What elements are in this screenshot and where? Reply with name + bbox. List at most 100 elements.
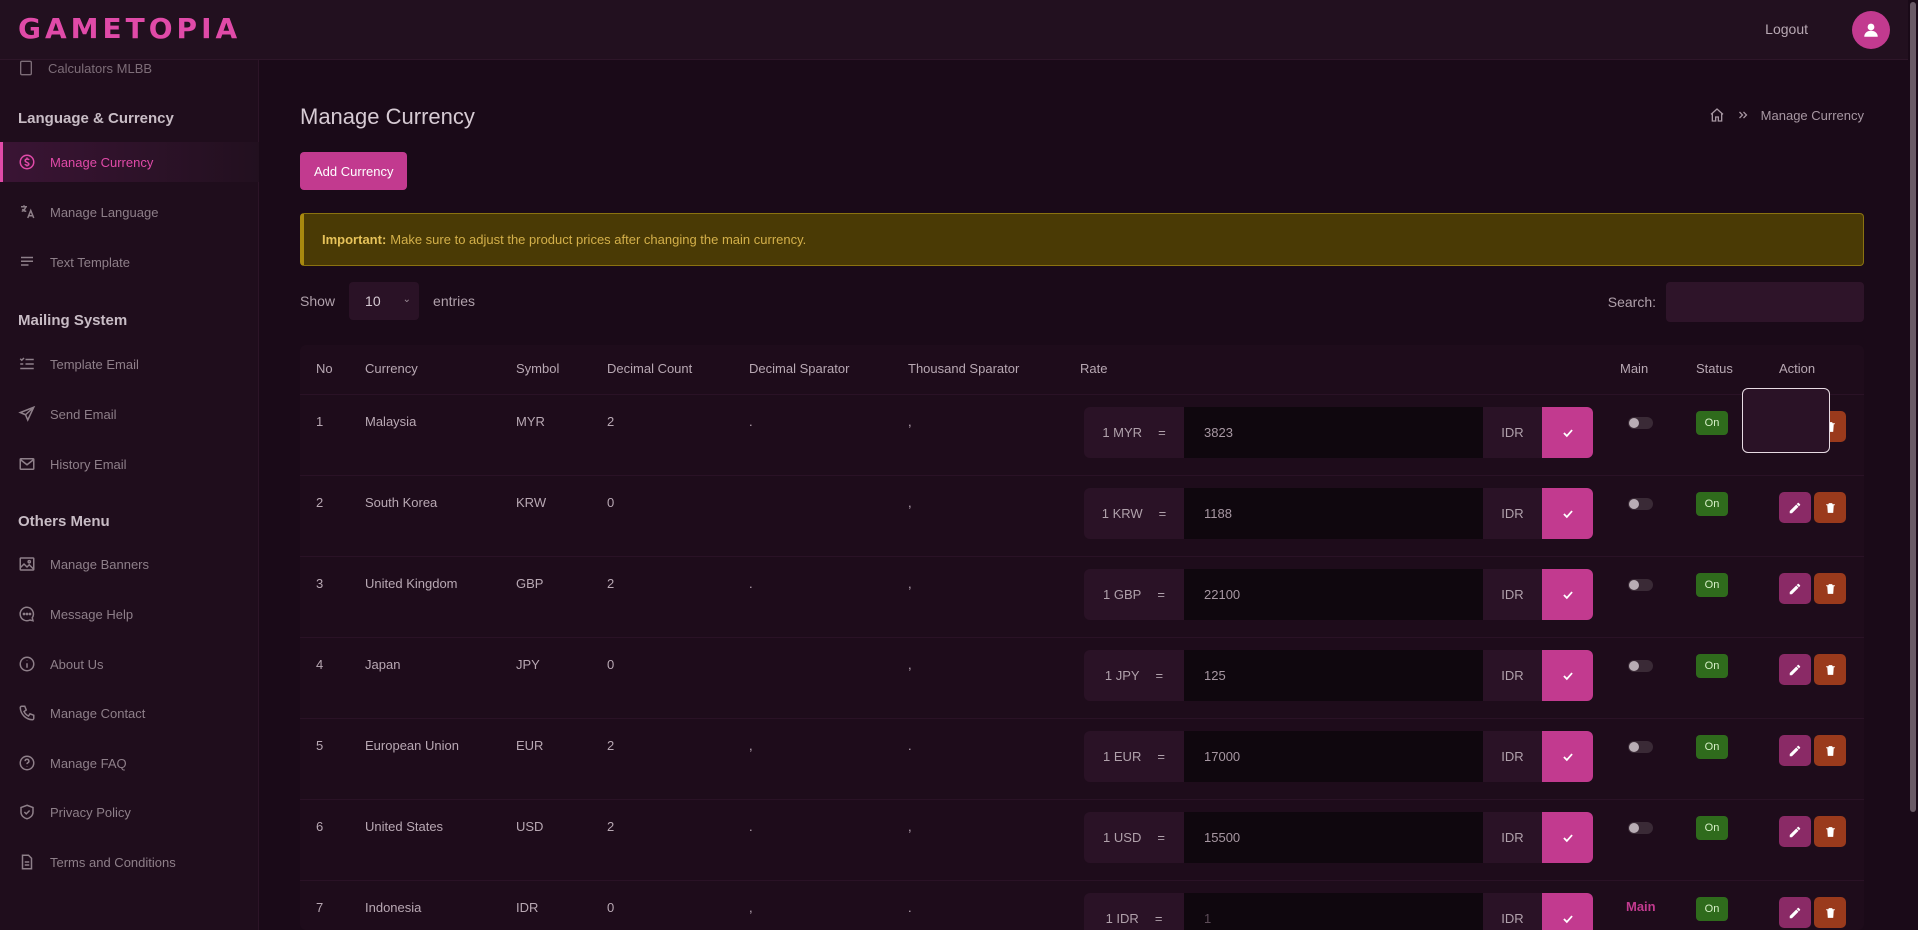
save-rate-button[interactable] <box>1542 731 1593 782</box>
sidebar: Calculators MLBB Language & Currency Man… <box>0 60 259 930</box>
sidebar-item-manage-currency[interactable]: Manage Currency <box>0 142 259 182</box>
column-header: Action <box>1779 361 1816 376</box>
save-rate-button[interactable] <box>1542 893 1593 930</box>
rate-prefix-label: 1 IDR <box>1105 911 1139 926</box>
sidebar-item-send-email[interactable]: Send Email <box>0 394 259 434</box>
add-currency-button[interactable]: Add Currency <box>300 152 408 190</box>
status-badge[interactable]: On <box>1696 492 1728 516</box>
text-icon <box>21 256 33 266</box>
cell-symbol: EUR <box>516 738 544 753</box>
sidebar-item-message-help[interactable]: Message Help <box>0 594 259 634</box>
status-badge[interactable]: On <box>1696 411 1728 435</box>
edit-button[interactable] <box>1779 897 1811 928</box>
rate-input[interactable]: 1 <box>1184 893 1483 930</box>
sidebar-section-title: Others Menu <box>18 513 110 530</box>
rate-input-group: 1 JPY = 125 IDR <box>1084 650 1593 701</box>
mail-icon <box>19 458 35 470</box>
rate-input[interactable]: 1188 <box>1184 488 1483 539</box>
delete-button[interactable] <box>1814 654 1846 685</box>
edit-button[interactable] <box>1779 816 1811 847</box>
sidebar-item-manage-language[interactable]: Manage Language <box>0 192 259 232</box>
status-badge[interactable]: On <box>1696 573 1728 597</box>
column-header: Thousand Sparator <box>908 361 1020 376</box>
search-input[interactable] <box>1666 282 1864 322</box>
sidebar-item-label: Manage FAQ <box>50 755 127 771</box>
rate-value: 15500 <box>1204 830 1241 845</box>
scrollbar-thumb[interactable] <box>1910 2 1916 812</box>
save-rate-button[interactable] <box>1542 569 1593 620</box>
main-toggle[interactable] <box>1628 498 1653 510</box>
cell-thousand-sep: . <box>908 738 912 753</box>
sidebar-item-label: Text Template <box>50 254 130 270</box>
delete-button[interactable] <box>1814 492 1846 523</box>
main-toggle[interactable] <box>1628 660 1653 672</box>
delete-button[interactable] <box>1814 735 1846 766</box>
table-search: Search: <box>1608 282 1864 322</box>
rate-input[interactable]: 125 <box>1184 650 1483 701</box>
column-header: Main <box>1620 361 1649 376</box>
rate-input[interactable]: 22100 <box>1184 569 1483 620</box>
status-badge[interactable]: On <box>1696 897 1728 921</box>
check-icon <box>1562 914 1573 923</box>
edit-button[interactable] <box>1779 573 1811 604</box>
rate-input[interactable]: 15500 <box>1184 812 1483 863</box>
save-rate-button[interactable] <box>1542 650 1593 701</box>
main-toggle[interactable] <box>1628 417 1653 429</box>
brand-logo[interactable]: GAMETOPIA <box>18 12 241 45</box>
edit-button[interactable] <box>1779 654 1811 685</box>
check-icon <box>1562 428 1573 437</box>
status-badge[interactable]: On <box>1696 654 1728 678</box>
rate-suffix: IDR <box>1483 650 1542 701</box>
sidebar-item-label: Send Email <box>50 406 117 422</box>
equals-sign: = <box>1154 911 1163 926</box>
delete-button[interactable] <box>1814 573 1846 604</box>
status-badge[interactable]: On <box>1696 816 1728 840</box>
avatar[interactable] <box>1852 11 1890 49</box>
status-badge[interactable]: On <box>1696 735 1728 759</box>
rate-input[interactable]: 17000 <box>1184 731 1483 782</box>
sidebar-item-label: Calculators MLBB <box>48 60 153 76</box>
sidebar-item-calculators[interactable]: Calculators MLBB <box>18 60 152 76</box>
delete-button[interactable] <box>1814 897 1846 928</box>
page-title: Manage Currency <box>300 104 475 129</box>
main-toggle[interactable] <box>1628 741 1653 753</box>
edit-button[interactable] <box>1779 735 1811 766</box>
sidebar-item-terms[interactable]: Terms and Conditions <box>0 842 259 882</box>
cell-symbol: KRW <box>516 495 547 510</box>
cell-thousand-sep: . <box>908 900 912 915</box>
entries-select-value: 10 <box>365 293 381 309</box>
logout-link[interactable]: Logout <box>1765 21 1808 37</box>
sidebar-item-history-email[interactable]: History Email <box>0 444 259 484</box>
main-toggle[interactable] <box>1628 822 1653 834</box>
sidebar-item-text-template[interactable]: Text Template <box>0 242 259 282</box>
delete-button[interactable] <box>1814 816 1846 847</box>
sidebar-item-label: Manage Banners <box>50 556 150 572</box>
rate-value: 1 <box>1204 911 1212 926</box>
column-header: Rate <box>1080 361 1108 376</box>
send-icon <box>18 405 36 422</box>
sidebar-item-manage-faq[interactable]: Manage FAQ <box>0 743 259 783</box>
sidebar-item-label: Terms and Conditions <box>50 854 176 870</box>
edit-button[interactable] <box>1779 492 1811 523</box>
cell-currency: United States <box>365 819 444 834</box>
save-rate-button[interactable] <box>1542 812 1593 863</box>
cell-thousand-sep: , <box>908 495 912 510</box>
sidebar-item-template-email[interactable]: Template Email <box>0 344 259 384</box>
sidebar-item-manage-contact[interactable]: Manage Contact <box>0 693 259 733</box>
save-rate-button[interactable] <box>1542 407 1593 458</box>
pencil-icon <box>1789 745 1801 756</box>
sidebar-item-about-us[interactable]: About Us <box>0 644 259 684</box>
rate-input[interactable]: 3823 <box>1184 407 1483 458</box>
cell-currency: Indonesia <box>365 900 422 915</box>
sidebar-item-privacy-policy[interactable]: Privacy Policy <box>0 792 259 832</box>
scrollbar[interactable] <box>1908 0 1918 930</box>
sidebar-item-label: About Us <box>50 656 104 672</box>
check-icon <box>1562 833 1573 842</box>
save-rate-button[interactable] <box>1542 488 1593 539</box>
main-toggle[interactable] <box>1628 579 1653 591</box>
sidebar-item-manage-banners[interactable]: Manage Banners <box>0 544 259 584</box>
entries-select[interactable]: 10 ⌄ <box>349 282 420 320</box>
breadcrumb-current: Manage Currency <box>1760 107 1864 123</box>
home-icon[interactable] <box>1709 107 1725 123</box>
cell-no: 3 <box>316 576 324 591</box>
